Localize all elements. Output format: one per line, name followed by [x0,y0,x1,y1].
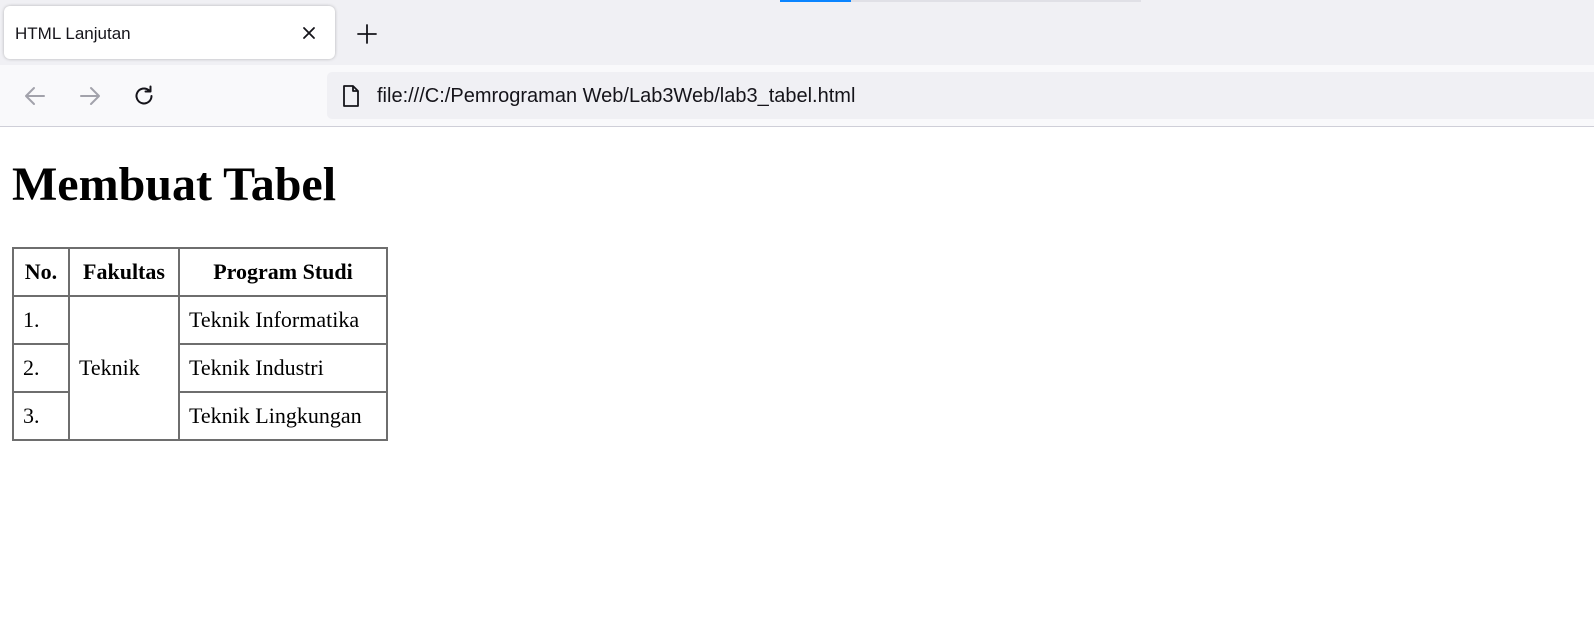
cell-no: 3. [12,391,70,441]
header-no: No. [12,247,70,297]
reload-icon[interactable] [131,83,157,109]
cell-no: 2. [12,343,70,393]
page-content: Membuat Tabel No. Fakultas Program Studi… [0,128,1594,622]
tab-title: HTML Lanjutan [15,24,131,43]
document-icon [340,84,362,108]
table-header-row: No. Fakultas Program Studi [12,247,388,297]
header-program-studi: Program Studi [178,247,388,297]
loading-indicator [780,0,851,2]
navigation-toolbar: file:///C:/Pemrograman Web/Lab3Web/lab3_… [0,65,1594,127]
address-bar[interactable]: file:///C:/Pemrograman Web/Lab3Web/lab3_… [327,72,1594,119]
arrow-left-icon[interactable] [22,83,48,109]
cell-program-studi: Teknik Industri [178,343,388,393]
cell-no: 1. [12,295,70,345]
page-title: Membuat Tabel [12,158,337,211]
header-fakultas: Fakultas [68,247,180,297]
tab-strip: HTML Lanjutan [0,0,1594,65]
arrow-right-icon[interactable] [77,83,103,109]
tab-strip-divider [836,0,1141,2]
table-row: 1. Teknik Teknik Informatika [12,295,388,441]
url-text[interactable]: file:///C:/Pemrograman Web/Lab3Web/lab3_… [377,85,855,108]
plus-icon[interactable] [356,23,378,45]
cell-fakultas: Teknik [68,295,180,441]
cell-program-studi: Teknik Lingkungan [178,391,388,441]
cell-program-studi: Teknik Informatika [178,295,388,345]
active-tab[interactable]: HTML Lanjutan [4,6,335,59]
close-icon[interactable] [299,23,319,43]
fakultas-table: No. Fakultas Program Studi 1. Teknik Tek… [12,247,388,441]
